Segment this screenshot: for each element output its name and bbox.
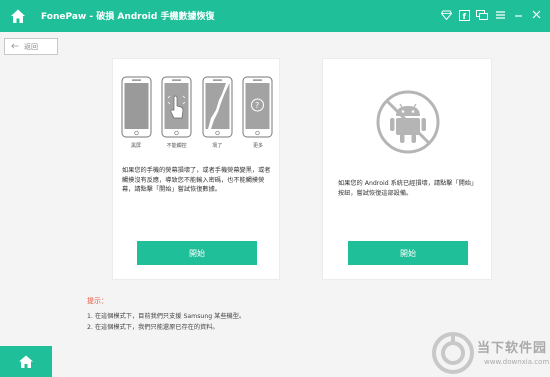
facebook-icon[interactable]: f (458, 9, 470, 21)
tip-item: 1. 在這個模式下，目前我們只支援 Samsung 某些機型。 (87, 313, 246, 320)
title-bar-controls: f (440, 9, 542, 23)
phone-item-touch: 不能觸控 (160, 76, 194, 162)
phone-label: 黑屏 (130, 143, 141, 149)
broken-system-description: 如果您的 Android 系統已經損壞，請點擊「開始」按鈕，嘗試恢復這部設備。 (338, 180, 478, 197)
question-phone-icon: ? (242, 76, 273, 138)
phone-label: 更多 (252, 143, 263, 149)
broken-screen-description: 如果您的手機的熒幕損壞了，或者手機熒幕變黑，或者觸摸沒有反應，導致您不能輸入密碼… (122, 167, 271, 193)
tip-item: 2. 在這個模式下，我們只能還原已存在的資料。 (87, 324, 219, 331)
menu-icon[interactable] (494, 9, 506, 21)
svg-text:?: ? (255, 101, 259, 110)
minimize-icon[interactable] (512, 9, 524, 21)
watermark-logo-icon (432, 332, 474, 374)
back-button-label: 返回 (24, 42, 38, 51)
chat-icon[interactable] (476, 9, 488, 21)
watermark: 当下软件园 www.downxia.com (432, 331, 550, 375)
phone-label: 不能觸控 (166, 143, 187, 149)
start-button-broken-system[interactable]: 開始 (348, 241, 468, 265)
no-android-icon (376, 90, 440, 154)
svg-text:f: f (462, 12, 466, 21)
diamond-icon[interactable] (440, 9, 452, 21)
phone-item-black: 黑屏 (119, 76, 153, 162)
broken-system-panel: 如果您的 Android 系統已經損壞，請點擊「開始」按鈕，嘗試恢復這部設備。 … (322, 58, 492, 280)
app-title: FonePaw - 破損 Android 手機數據恢復 (41, 12, 215, 22)
black-screen-phone-icon (121, 76, 151, 138)
watermark-url: www.downxia.com (484, 358, 550, 366)
title-bar: FonePaw - 破損 Android 手機數據恢復 f (0, 0, 550, 32)
arrow-left-icon (11, 43, 19, 51)
phone-item-broken: 壞了 (200, 76, 234, 162)
tips-title: 提示： (87, 297, 108, 305)
close-icon[interactable] (530, 9, 542, 21)
back-button[interactable]: 返回 (4, 38, 58, 55)
phone-type-list: 黑屏 不能觸控 壞了 ? 更多 (119, 76, 275, 162)
touch-phone-icon (161, 76, 192, 138)
start-button-broken-screen[interactable]: 開始 (137, 241, 257, 265)
broken-screen-panel: 黑屏 不能觸控 壞了 ? 更多 如果您的手機的熒幕損壞了，或者手機熒幕變黑，或者… (112, 58, 280, 280)
home-icon[interactable] (9, 7, 27, 25)
home-button[interactable] (0, 346, 52, 377)
phone-label: 壞了 (212, 143, 223, 149)
home-icon (19, 355, 33, 368)
phone-item-more: ? 更多 (241, 76, 275, 162)
watermark-text: 当下软件园 (477, 341, 548, 356)
broken-phone-icon (202, 76, 233, 138)
app-window: FonePaw - 破損 Android 手機數據恢復 f 返回 黑屏 不能觸控… (0, 0, 550, 377)
